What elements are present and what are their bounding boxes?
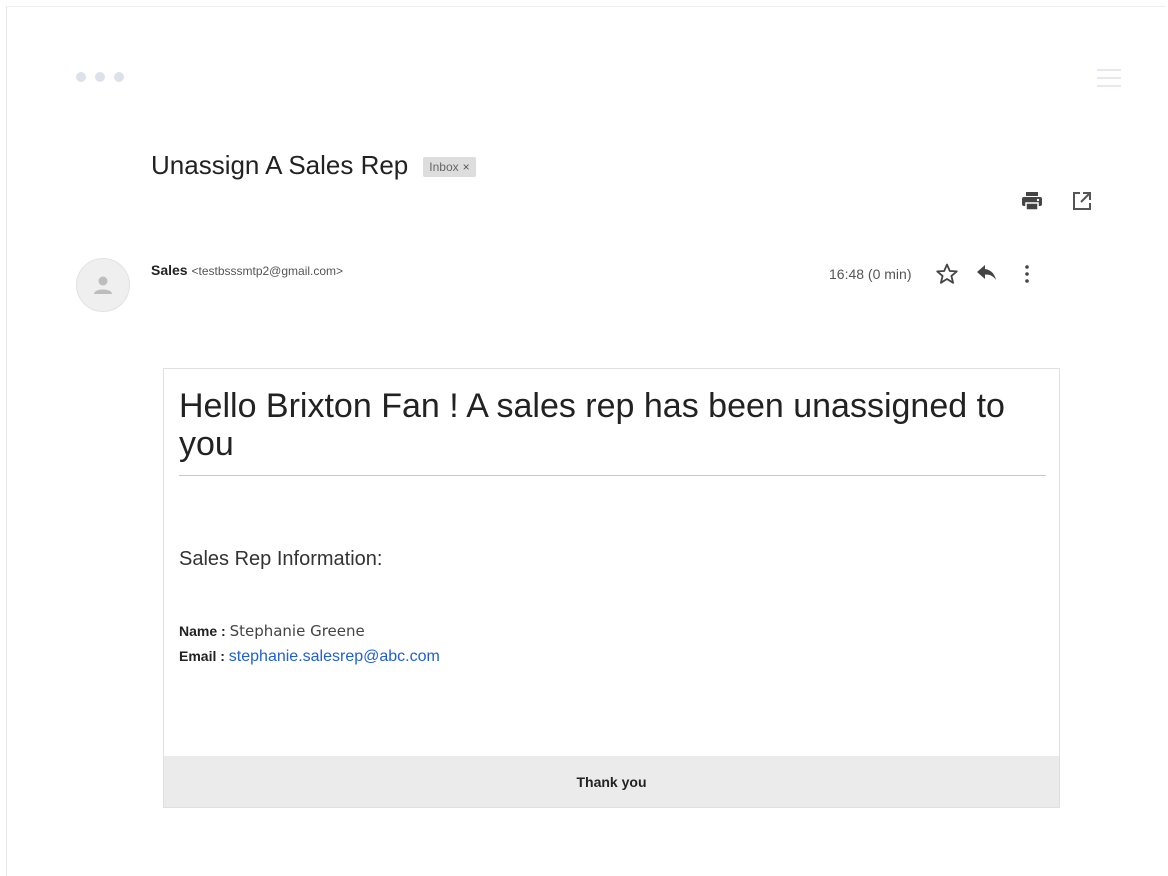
name-label: Name : [179,623,226,639]
star-outline-icon[interactable] [935,262,959,286]
email-headline: Hello Brixton Fan ! A sales rep has been… [179,387,1005,463]
top-actions [1020,189,1094,213]
email-label: Email : [179,648,225,664]
sender-avatar [76,258,130,312]
email-footer: Thank you [164,756,1059,807]
window-dot [95,72,105,82]
sender-line: Sales <testbsssmtp2@gmail.com> [151,262,343,278]
subject-row: Unassign A Sales Rep Inbox × [151,150,476,181]
name-value: Stephanie Greene [229,622,365,640]
message-time: 16:48 (0 min) [829,266,912,282]
message-meta: 16:48 (0 min) [829,262,1055,286]
remove-label-icon[interactable]: × [463,160,470,174]
email-line: Email : stephanie.salesrep@abc.com [179,644,440,669]
hamburger-menu-icon[interactable] [1097,69,1121,87]
name-line: Name : Stephanie Greene [179,619,440,644]
window-dot [76,72,86,82]
email-subject: Unassign A Sales Rep [151,150,409,180]
window-dot [114,72,124,82]
more-vertical-icon[interactable] [1015,262,1039,286]
open-in-new-window-icon[interactable] [1070,189,1094,213]
sales-rep-info: Name : Stephanie Greene Email : stephani… [179,619,440,669]
inbox-label-chip[interactable]: Inbox × [423,156,476,177]
person-avatar-icon [94,276,112,294]
window-dots [76,72,124,82]
headline-divider [179,475,1046,476]
inbox-label-text: Inbox [429,159,459,174]
reply-icon[interactable] [975,262,999,286]
sender-name: Sales [151,262,188,278]
email-link[interactable]: stephanie.salesrep@abc.com [229,648,440,665]
section-title: Sales Rep Information: [179,548,383,570]
print-icon[interactable] [1020,189,1044,213]
sender-email: <testbsssmtp2@gmail.com> [191,264,344,278]
email-body-card: Hello Brixton Fan ! A sales rep has been… [163,368,1060,808]
